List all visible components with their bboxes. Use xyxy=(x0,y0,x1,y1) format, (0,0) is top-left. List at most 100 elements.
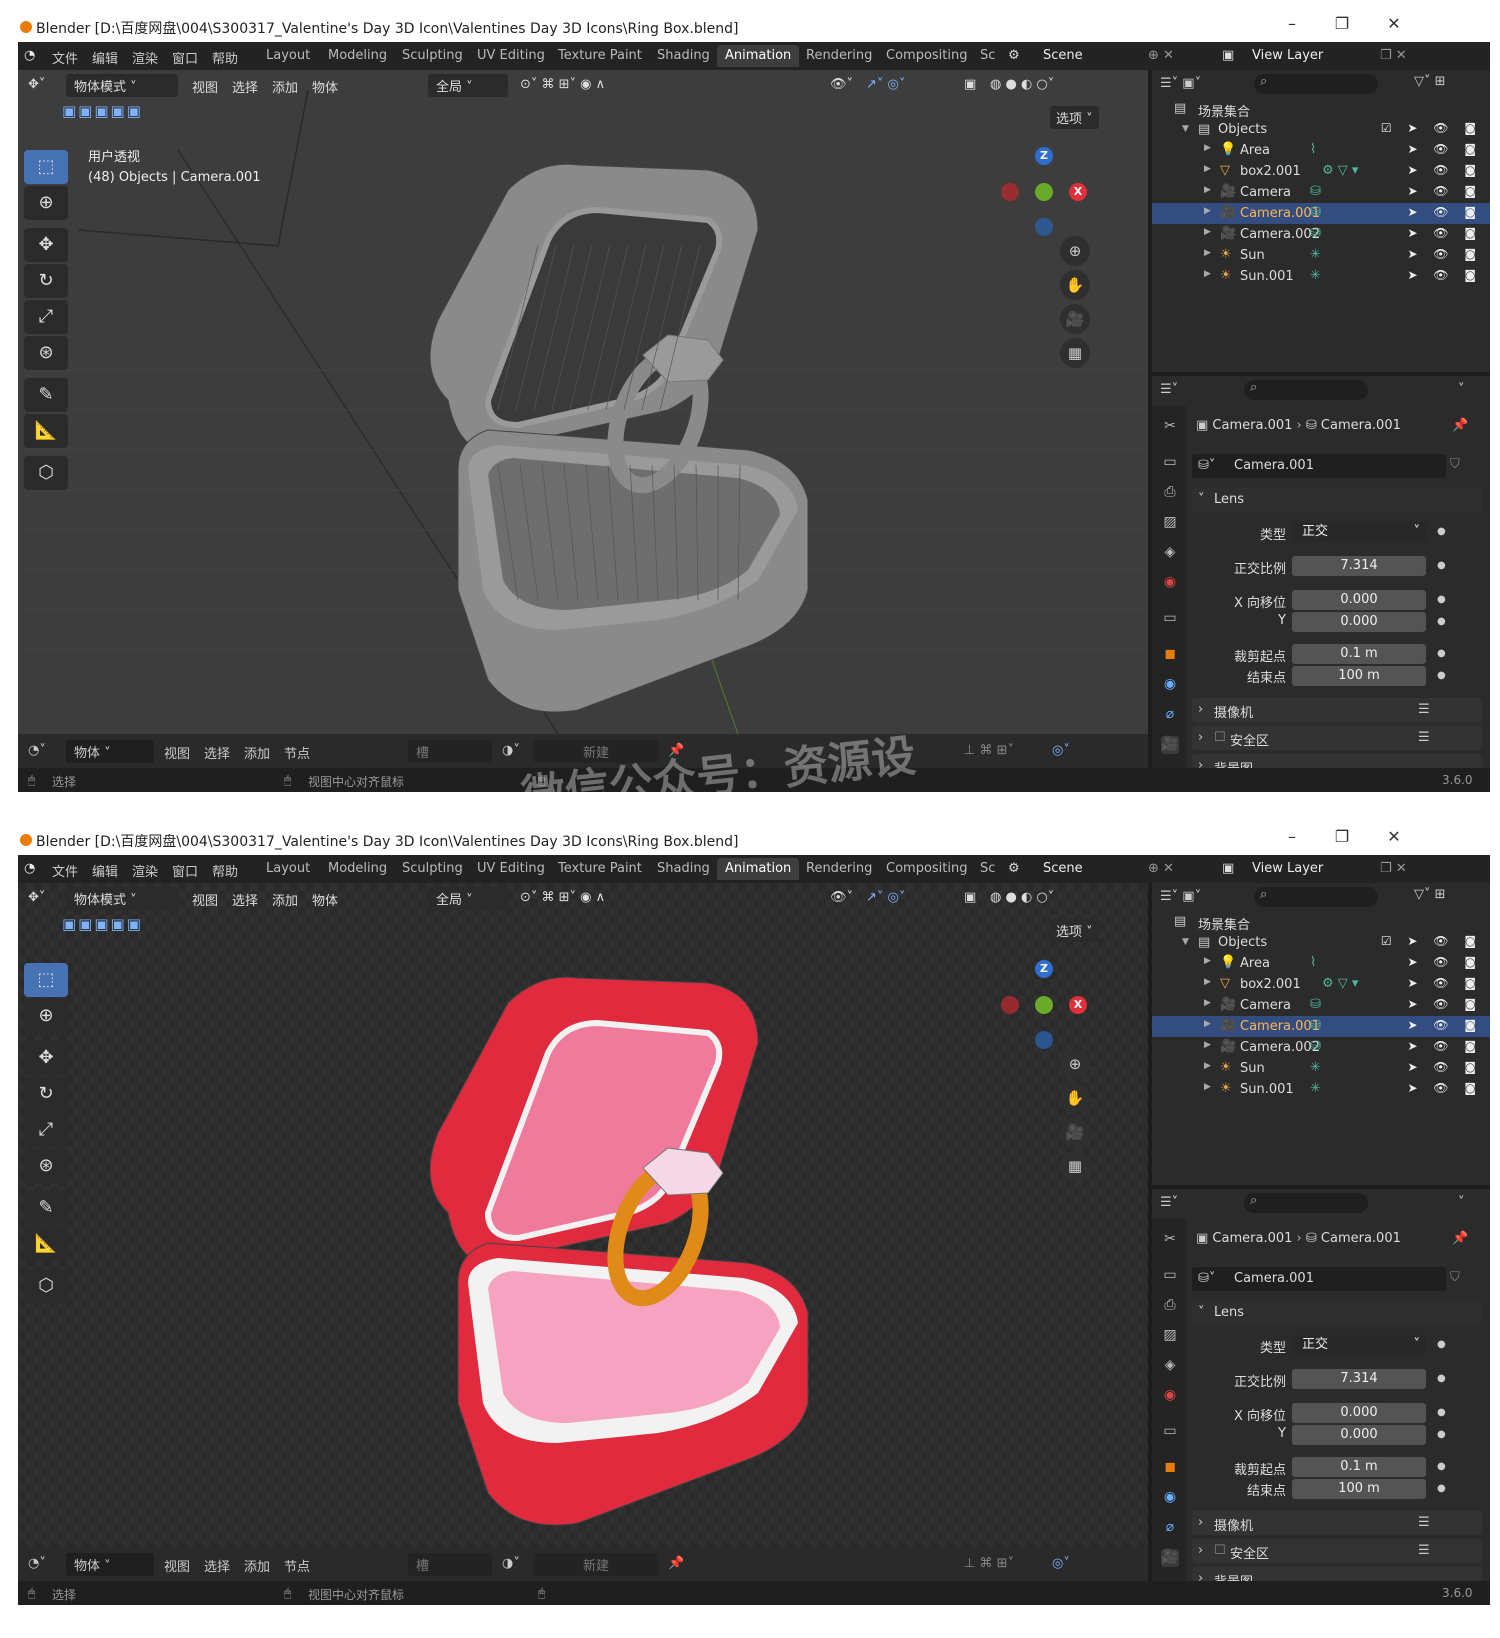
properties-options-icon[interactable]: ˅ xyxy=(1458,382,1465,397)
keyframe-dot[interactable]: ● xyxy=(1437,616,1446,627)
scale-tool[interactable]: ⤢ xyxy=(24,1113,68,1147)
timeline-node-menu[interactable]: 节点 xyxy=(284,743,310,762)
world-tab-icon[interactable]: ◉ xyxy=(1161,574,1179,592)
zoom-icon[interactable]: ⊕ xyxy=(1060,236,1090,266)
scene-name[interactable]: Scene xyxy=(1043,48,1083,63)
add-cube-tool[interactable]: ⬡ xyxy=(24,1269,68,1303)
ortho-scale-field[interactable]: 7.314 xyxy=(1292,556,1426,576)
snap-icons[interactable]: ⊥ ⌘ ⊞˅ xyxy=(964,1556,1014,1571)
visibility-toggles[interactable]: ➤ 👁 ◙ xyxy=(1407,184,1482,198)
scene-name[interactable]: Scene xyxy=(1043,861,1083,876)
expand-arrow-icon[interactable]: ▶ xyxy=(1204,269,1211,279)
presets-list-icon[interactable]: ☰ xyxy=(1418,1543,1430,1558)
lens-panel-header[interactable]: ˅ Lens xyxy=(1192,1301,1482,1325)
outliner-search-input[interactable]: ⌕ xyxy=(1254,887,1378,907)
cursor-tool[interactable]: ⊕ xyxy=(24,999,68,1033)
minimize-button[interactable]: – xyxy=(1280,827,1304,846)
expand-arrow-icon[interactable]: ▶ xyxy=(1204,248,1211,258)
background-images-panel-header[interactable]: › 背景图 xyxy=(1192,754,1482,768)
timeline-view-menu[interactable]: 视图 xyxy=(164,743,190,762)
view-layer-name[interactable]: View Layer xyxy=(1252,48,1323,63)
pin-icon[interactable]: ⊕ ✕ xyxy=(1148,48,1174,63)
tab-animation[interactable]: Animation xyxy=(717,858,800,880)
pin-icon[interactable]: ⊕ ✕ xyxy=(1148,861,1174,876)
expand-arrow-icon[interactable]: ▶ xyxy=(1204,206,1211,216)
type-dropdown[interactable]: 正交 ˅ xyxy=(1292,522,1426,542)
annotate-tool[interactable]: ✎ xyxy=(24,378,68,412)
keyframe-dot[interactable]: ● xyxy=(1437,1429,1446,1440)
safe-areas-panel-header[interactable]: › ☐ 安全区 ☰ xyxy=(1192,1539,1482,1563)
expand-arrow-icon[interactable]: ▶ xyxy=(1204,1061,1211,1071)
gizmo-neg-x[interactable] xyxy=(1001,996,1019,1014)
maximize-button[interactable]: ❐ xyxy=(1330,14,1354,33)
visibility-toggles[interactable]: ➤ 👁 ◙ xyxy=(1407,976,1482,990)
material-icon[interactable]: ◑˅ xyxy=(502,743,520,758)
scene-tab-icon[interactable]: ◈ xyxy=(1161,1357,1179,1375)
expand-arrow-icon[interactable]: ▶ xyxy=(1204,998,1211,1008)
shift-y-field[interactable]: 0.000 xyxy=(1292,1425,1426,1445)
maximize-button[interactable]: ❐ xyxy=(1330,827,1354,846)
timeline-view-menu[interactable]: 视图 xyxy=(164,1556,190,1575)
clip-end-field[interactable]: 100 m xyxy=(1292,1479,1426,1499)
visibility-toggles[interactable]: ➤ 👁 ◙ xyxy=(1407,142,1482,156)
move-tool[interactable]: ✥ xyxy=(24,228,68,262)
visibility-toggles[interactable]: ☑ ➤ 👁 ◙ xyxy=(1381,121,1482,135)
expand-arrow-icon[interactable]: ▶ xyxy=(1204,1040,1211,1050)
blender-menu-icon[interactable]: ◔ xyxy=(24,48,35,63)
menu-file[interactable]: 文件 xyxy=(52,861,78,880)
pan-hand-icon[interactable]: ✋ xyxy=(1060,1083,1090,1113)
scale-tool[interactable]: ⤢ xyxy=(24,300,68,334)
tab-shading[interactable]: Shading xyxy=(649,858,718,880)
expand-arrow-icon[interactable]: ▶ xyxy=(1204,1082,1211,1092)
tab-sculpting[interactable]: Sculpting xyxy=(394,45,471,67)
gizmo-y-axis[interactable] xyxy=(1035,996,1053,1014)
expand-arrow-icon[interactable]: ▶ xyxy=(1204,1019,1211,1029)
grid-toggle-icon[interactable]: ▦ xyxy=(1060,338,1090,368)
overlay-toggle-icon[interactable]: ◎˅ xyxy=(1052,743,1070,758)
close-button[interactable]: ✕ xyxy=(1382,827,1406,846)
editor-type-dropdown[interactable]: ◔˅ xyxy=(28,1556,46,1571)
slot-dropdown[interactable]: 槽 xyxy=(408,740,492,763)
properties-editor-icon[interactable]: ☰˅ xyxy=(1160,382,1178,397)
3d-viewport[interactable]: ✥˅ 物体模式 ˅ 视图 选择 添加 物体 全局 ˅ ⊙˅ ⌘ ⊞˅ ◉ ∧ 👁… xyxy=(18,70,1148,734)
collection-tab-icon[interactable]: ▭ xyxy=(1161,1423,1179,1441)
cursor-tool[interactable]: ⊕ xyxy=(24,186,68,220)
clip-end-field[interactable]: 100 m xyxy=(1292,666,1426,686)
transform-tool[interactable]: ⊛ xyxy=(24,1149,68,1183)
tab-modeling[interactable]: Modeling xyxy=(320,45,395,67)
properties-options-icon[interactable]: ˅ xyxy=(1458,1195,1465,1210)
zoom-icon[interactable]: ⊕ xyxy=(1060,1049,1090,1079)
expand-arrow-icon[interactable]: ▶ xyxy=(1204,164,1211,174)
visibility-toggles[interactable]: ➤ 👁 ◙ xyxy=(1407,163,1482,177)
rotate-tool[interactable]: ↻ xyxy=(24,1077,68,1111)
tab-texture-paint[interactable]: Texture Paint xyxy=(550,858,650,880)
gizmo-x-axis[interactable]: X xyxy=(1069,183,1087,201)
3d-viewport[interactable]: ✥˅ 物体模式 ˅ 视图 选择 添加 物体 全局 ˅ ⊙˅ ⌘ ⊞˅ ◉ ∧ 👁… xyxy=(18,883,1148,1547)
visibility-toggles[interactable]: ➤ 👁 ◙ xyxy=(1407,955,1482,969)
close-button[interactable]: ✕ xyxy=(1382,14,1406,33)
view-layer-tab-icon[interactable]: ▨ xyxy=(1161,1327,1179,1345)
view-layer-add-icon[interactable]: ❐ ✕ xyxy=(1380,48,1407,63)
visibility-toggles[interactable]: ➤ 👁 ◙ xyxy=(1407,268,1482,282)
presets-list-icon[interactable]: ☰ xyxy=(1418,1515,1430,1530)
slot-dropdown[interactable]: 槽 xyxy=(408,1553,492,1576)
visibility-toggles[interactable]: ➤ 👁 ◙ xyxy=(1407,1060,1482,1074)
gizmo-neg-z[interactable] xyxy=(1035,218,1053,236)
menu-window[interactable]: 窗口 xyxy=(172,861,198,880)
expand-chevron-icon[interactable]: ▼ xyxy=(1182,124,1189,134)
filter-icon[interactable]: ▽˅ ⊞ xyxy=(1414,74,1446,89)
objects-collection-row[interactable]: ▼ ▤ Objects ☑ ➤ 👁 ◙ xyxy=(1152,119,1490,140)
background-images-panel-header[interactable]: › 背景图 xyxy=(1192,1567,1482,1581)
menu-help[interactable]: 帮助 xyxy=(212,48,238,67)
output-tab-icon[interactable]: ⎙ xyxy=(1161,1297,1179,1315)
keyframe-dot[interactable]: ● xyxy=(1437,1373,1446,1384)
fake-user-shield-icon[interactable]: ⛉ xyxy=(1450,1270,1460,1285)
outliner-search-input[interactable]: ⌕ xyxy=(1254,74,1378,94)
gizmo-z-axis[interactable]: Z xyxy=(1035,960,1053,978)
keyframe-dot[interactable]: ● xyxy=(1437,1483,1446,1494)
editor-type-dropdown[interactable]: ◔˅ xyxy=(28,743,46,758)
constraint-tab-icon[interactable]: ⌀ xyxy=(1161,1519,1179,1537)
safe-areas-panel-header[interactable]: › ☐ 安全区 ☰ xyxy=(1192,726,1482,750)
keyframe-dot[interactable]: ● xyxy=(1437,526,1446,537)
presets-list-icon[interactable]: ☰ xyxy=(1418,730,1430,745)
